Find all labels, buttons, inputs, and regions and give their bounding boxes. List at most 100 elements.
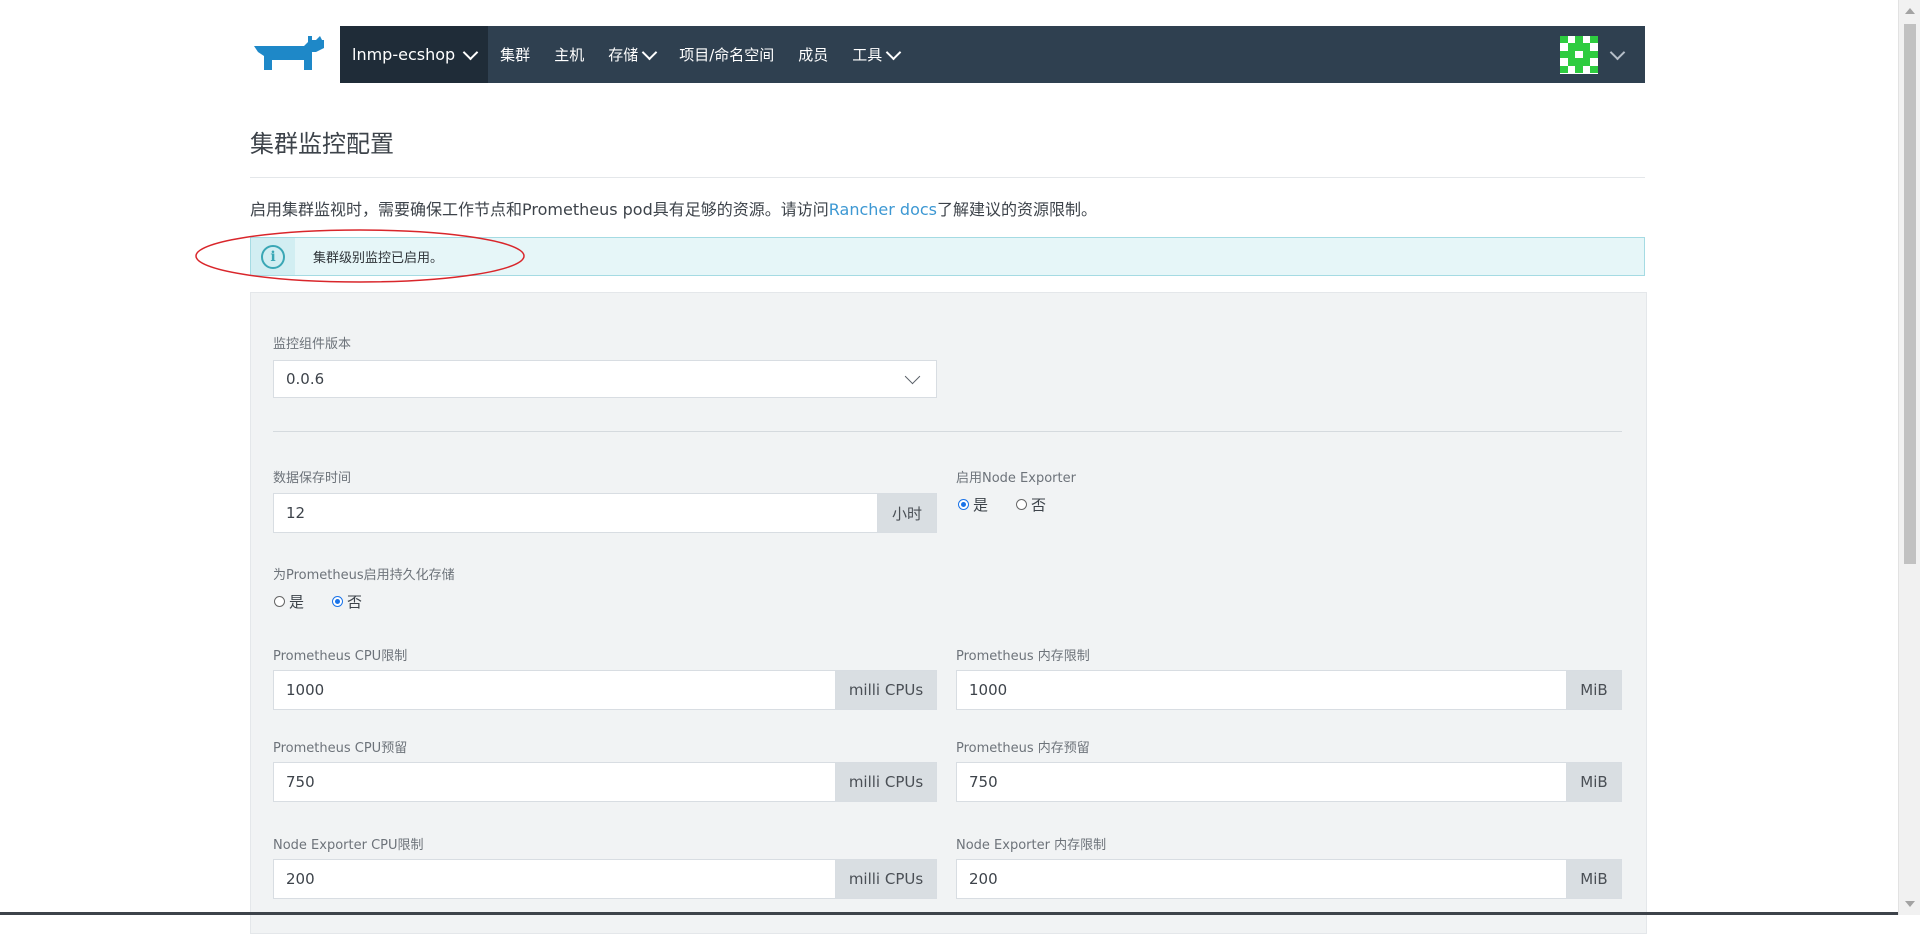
project-name: lnmp-ecshop — [352, 45, 456, 64]
banner-icon-box: i — [251, 238, 295, 275]
prom-mem-reserve-unit: MiB — [1566, 763, 1621, 801]
prom-cpu-limit-value: 1000 — [286, 681, 325, 699]
nav-cluster[interactable]: 集群 — [488, 26, 542, 83]
node-exporter-no[interactable]: 否 — [1016, 494, 1046, 515]
chevron-down-icon — [886, 44, 902, 60]
avatar-cell — [1567, 58, 1576, 66]
radio-label: 是 — [289, 593, 305, 611]
ne-mem-limit-value: 200 — [969, 870, 998, 888]
prom-mem-limit-input[interactable]: 1000 MiB — [956, 670, 1622, 710]
retention-label: 数据保存时间 — [273, 471, 352, 486]
node-exporter-radio-group: 是 否 — [958, 494, 1064, 515]
nav-label: 存储 — [608, 46, 639, 64]
avatar-cell — [1560, 35, 1568, 44]
avatar-cell — [1575, 50, 1583, 59]
ne-mem-limit-input[interactable]: 200 MiB — [956, 859, 1622, 899]
node-exporter-label: 启用Node Exporter — [956, 471, 1076, 486]
retention-value: 12 — [286, 504, 306, 522]
prom-mem-reserve-input[interactable]: 750 MiB — [956, 762, 1622, 802]
node-exporter-yes[interactable]: 是 — [958, 494, 988, 515]
persistent-yes[interactable]: 是 — [274, 591, 304, 612]
avatar-cell — [1560, 58, 1568, 66]
avatar — [1560, 35, 1598, 74]
chevron-down-icon — [641, 44, 658, 60]
retention-input[interactable]: 12 小时 — [273, 493, 937, 533]
avatar-cell — [1567, 43, 1576, 51]
prom-cpu-limit-input[interactable]: 1000 milli CPUs — [273, 670, 937, 710]
banner-text: 集群级别监控已启用。 — [313, 251, 444, 266]
avatar-cell — [1560, 50, 1568, 59]
version-label: 监控组件版本 — [273, 337, 352, 352]
avatar-cell — [1575, 43, 1583, 51]
nav-storage[interactable]: 存储 — [596, 26, 667, 83]
intro-text-after: 了解建议的资源限制。 — [936, 200, 1097, 219]
ne-cpu-limit-label: Node Exporter CPU限制 — [273, 838, 424, 853]
top-navigation: lnmp-ecshop 集群 主机 存储 项目/命名空间 成员 工具 — [340, 26, 1645, 83]
intro-text: 启用集群监视时，需要确保工作节点和Prometheus pod具有足够的资源。请… — [250, 196, 1097, 220]
avatar-cell — [1575, 65, 1583, 74]
prom-cpu-limit-unit: milli CPUs — [835, 671, 936, 709]
avatar-cell — [1575, 35, 1583, 44]
avatar-cell — [1575, 58, 1583, 66]
info-icon: i — [261, 244, 285, 269]
avatar-cell — [1590, 65, 1598, 74]
avatar-cell — [1567, 50, 1576, 59]
avatar-cell — [1590, 58, 1598, 66]
prom-cpu-reserve-label: Prometheus CPU预留 — [273, 741, 408, 756]
version-select[interactable]: 0.0.6 — [273, 360, 937, 398]
avatar-cell — [1567, 65, 1576, 74]
radio-checked[interactable] — [332, 596, 344, 607]
radio-unchecked[interactable] — [274, 596, 285, 607]
section-divider — [273, 431, 1622, 432]
avatar-cell — [1582, 35, 1591, 44]
prom-mem-reserve-value: 750 — [969, 773, 998, 791]
prom-cpu-reserve-unit: milli CPUs — [835, 763, 936, 801]
avatar-cell — [1582, 43, 1591, 51]
prom-cpu-reserve-value: 750 — [286, 773, 315, 791]
nav-label: 集群 — [500, 46, 531, 64]
chevron-down-icon — [1609, 44, 1626, 60]
ne-cpu-limit-unit: milli CPUs — [835, 860, 936, 898]
avatar-cell — [1560, 65, 1568, 74]
chevron-down-icon — [904, 368, 921, 384]
ne-mem-limit-label: Node Exporter 内存限制 — [956, 838, 1107, 853]
rancher-logo-icon[interactable] — [250, 34, 326, 74]
avatar-cell — [1590, 43, 1598, 51]
ne-mem-limit-unit: MiB — [1566, 860, 1621, 898]
nav-projects-namespaces[interactable]: 项目/命名空间 — [667, 26, 786, 83]
avatar-cell — [1582, 58, 1591, 66]
radio-label: 否 — [347, 593, 363, 611]
persistent-no[interactable]: 否 — [332, 591, 362, 612]
nav-label: 工具 — [852, 46, 883, 64]
page-title: 集群监控配置 — [250, 130, 394, 158]
prom-mem-reserve-label: Prometheus 内存预留 — [956, 741, 1090, 756]
avatar-cell — [1582, 65, 1591, 74]
nav-hosts[interactable]: 主机 — [542, 26, 596, 83]
chevron-down-icon — [462, 44, 479, 60]
vertical-scrollbar[interactable] — [1898, 0, 1920, 915]
avatar-cell — [1567, 35, 1576, 44]
nav-members[interactable]: 成员 — [786, 26, 840, 83]
scroll-up-arrow-icon[interactable] — [1905, 8, 1915, 14]
avatar-cell — [1582, 50, 1591, 59]
project-switcher[interactable]: lnmp-ecshop — [340, 26, 489, 83]
version-value: 0.0.6 — [286, 370, 325, 388]
radio-label: 否 — [1031, 496, 1047, 514]
nav-tools[interactable]: 工具 — [840, 26, 911, 83]
ne-cpu-limit-value: 200 — [286, 870, 315, 888]
page: lnmp-ecshop 集群 主机 存储 项目/命名空间 成员 工具 集群监控配… — [0, 0, 1898, 934]
scrollbar-thumb[interactable] — [1904, 24, 1916, 564]
user-menu[interactable] — [1560, 35, 1626, 74]
avatar-cell — [1590, 35, 1598, 44]
ne-cpu-limit-input[interactable]: 200 milli CPUs — [273, 859, 937, 899]
radio-checked[interactable] — [958, 499, 969, 510]
scroll-down-arrow-icon[interactable] — [1905, 901, 1915, 907]
radio-unchecked[interactable] — [1016, 499, 1028, 510]
rancher-docs-link[interactable]: Rancher docs — [829, 200, 937, 219]
nav-label: 成员 — [798, 46, 829, 64]
info-banner: i 集群级别监控已启用。 — [250, 237, 1645, 276]
retention-unit: 小时 — [877, 494, 936, 532]
prom-cpu-reserve-input[interactable]: 750 milli CPUs — [273, 762, 937, 802]
prom-mem-limit-label: Prometheus 内存限制 — [956, 649, 1090, 664]
avatar-cell — [1560, 43, 1568, 51]
